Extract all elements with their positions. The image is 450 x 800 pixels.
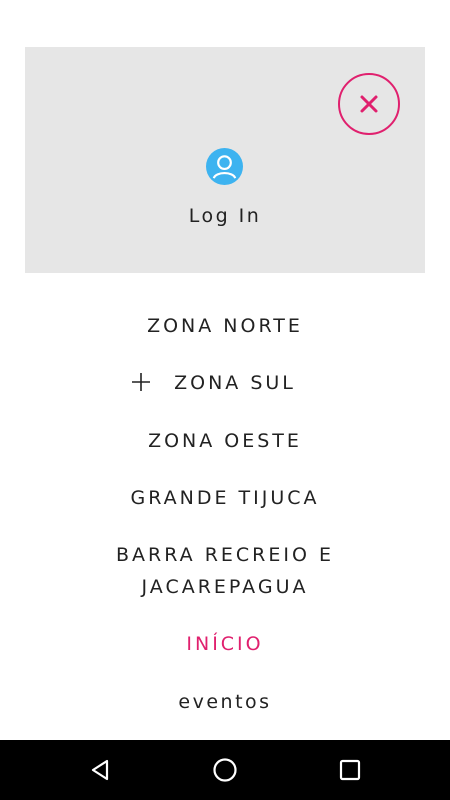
system-navigation-bar — [0, 740, 450, 800]
menu-item-grande-tijuca[interactable]: GRANDE TIJUCA — [0, 482, 450, 514]
menu-item-inicio[interactable]: INÍCIO — [0, 628, 450, 660]
user-circle-icon[interactable] — [206, 148, 243, 185]
login-link[interactable]: Log In — [25, 205, 425, 227]
home-circle-icon — [213, 758, 237, 782]
home-button[interactable] — [208, 753, 242, 787]
screen: Log In ZONA NORTE ZONA SUL ZONA OESTE GR… — [0, 0, 450, 800]
login-panel: Log In — [25, 47, 425, 273]
menu-item-zona-sul[interactable]: ZONA SUL — [0, 367, 450, 399]
menu-item-zona-norte[interactable]: ZONA NORTE — [0, 310, 450, 342]
back-triangle-icon — [91, 759, 109, 781]
recents-button[interactable] — [333, 753, 367, 787]
menu-item-zona-oeste[interactable]: ZONA OESTE — [0, 425, 450, 457]
menu-item-eventos[interactable]: eventos — [0, 686, 450, 718]
recents-square-icon — [339, 759, 361, 781]
menu-item-barra-line1[interactable]: BARRA RECREIO E — [0, 539, 450, 571]
close-button[interactable] — [338, 73, 400, 135]
menu-item-barra-line2[interactable]: JACAREPAGUA — [0, 571, 450, 603]
back-button[interactable] — [83, 753, 117, 787]
close-icon — [360, 95, 378, 113]
